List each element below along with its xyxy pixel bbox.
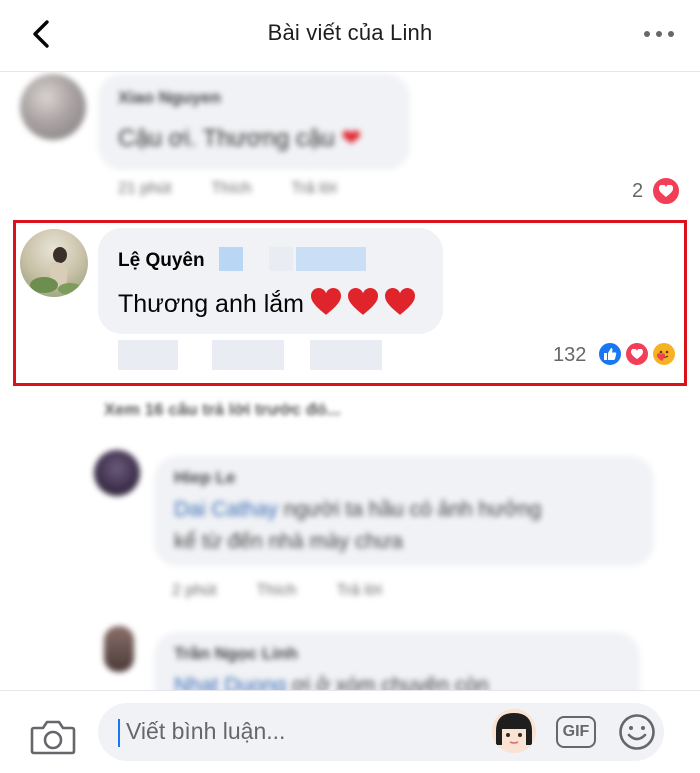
love-reaction-icon (624, 341, 650, 367)
censored-like (212, 340, 284, 370)
comment-bubble: Hiep Le Dai Cathay người ta hầu có ảnh h… (154, 456, 654, 566)
comment-meta: 21 phút Thích Trả lời (118, 180, 337, 198)
avatar[interactable] (104, 626, 134, 672)
comment-text: Cậu ơi. Thương cậu ❤ (118, 125, 362, 152)
censored-name-block (219, 247, 243, 271)
red-heart-emoji-icon (310, 288, 341, 315)
red-heart-emoji-icon (347, 288, 378, 315)
comment-bubble: Lệ Quyên Thương anh lắm (98, 228, 443, 334)
heart-emoji-icon: ❤ (341, 125, 362, 152)
page-title: Bài viết của Linh (267, 20, 433, 45)
comment-author[interactable]: Xiao Nguyen (118, 88, 221, 108)
comment-bubble: Xiao Nguyen Cậu ơi. Thương cậu ❤ (98, 74, 410, 170)
comment-meta: 2 phút Thích Trả lời (172, 582, 382, 600)
censored-time (118, 340, 178, 370)
comment-input[interactable]: Viết bình luận... GIF (98, 703, 664, 761)
comment-author[interactable]: Hiep Le (174, 468, 235, 488)
camera-icon (30, 720, 76, 755)
love-reaction-icon (651, 176, 681, 206)
comment-time: 2 phút (172, 582, 217, 599)
text-caret (118, 719, 120, 747)
avatar-sticker-button[interactable] (492, 709, 536, 753)
censored-name-block (269, 247, 293, 271)
comment-time: 21 phút (118, 180, 172, 197)
care-reaction-icon (651, 341, 677, 367)
more-options-button[interactable] (644, 26, 674, 42)
camera-button[interactable] (30, 719, 76, 755)
comment-placeholder: Viết bình luận... (126, 718, 286, 744)
view-previous-replies[interactable]: Xem 16 câu trả lời trước đó... (104, 400, 341, 420)
comment-author[interactable]: Trần Ngọc Linh (174, 644, 298, 664)
avatar[interactable] (94, 450, 140, 496)
red-heart-emoji-icon (384, 288, 415, 315)
like-link[interactable]: Thích (256, 582, 296, 600)
like-reaction-icon (597, 341, 623, 367)
emoji-button[interactable] (618, 713, 656, 751)
like-link[interactable]: Thích (211, 180, 251, 198)
censored-reply (310, 340, 382, 370)
comment-text: Thương anh lắm (118, 288, 415, 319)
reaction-count[interactable]: 2 (632, 180, 643, 203)
avatar-photo (30, 247, 82, 295)
comment-text-line2: kể từ đến nhà mày chưa (174, 530, 403, 553)
gif-button[interactable]: GIF (556, 716, 596, 748)
avatar-sticker-icon (492, 709, 536, 753)
comment-composer: Viết bình luận... GIF (0, 690, 700, 773)
reply-link[interactable]: Trả lời (337, 582, 382, 600)
comment-author[interactable]: Lệ Quyên (118, 250, 205, 272)
comment-text: Dai Cathay người ta hầu có ảnh hưởng (174, 498, 542, 521)
avatar[interactable] (20, 74, 86, 140)
top-bar: Bài viết của Linh (0, 0, 700, 72)
reaction-count[interactable]: 132 (553, 344, 586, 367)
censored-name-block (296, 247, 366, 271)
more-horizontal-icon (644, 31, 650, 37)
gif-icon: GIF (562, 723, 590, 740)
avatar[interactable] (20, 229, 88, 297)
smiley-icon (619, 714, 655, 750)
mention-link[interactable]: Dai Cathay (174, 498, 278, 521)
reply-link[interactable]: Trả lời (291, 180, 336, 198)
